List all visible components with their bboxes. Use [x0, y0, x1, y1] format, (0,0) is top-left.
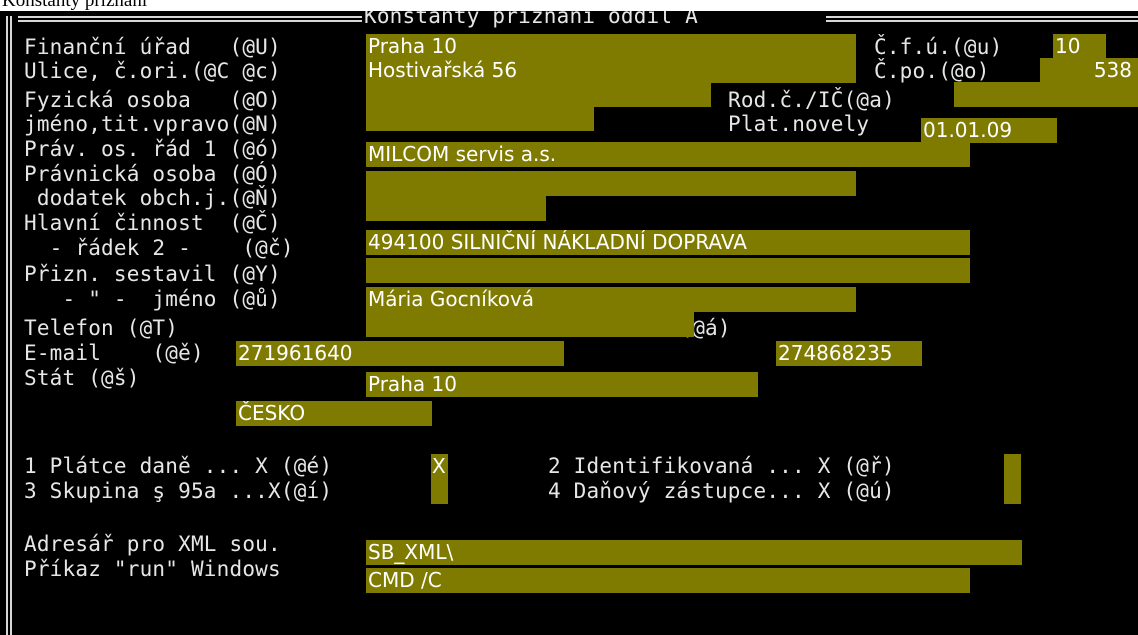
field-cpo[interactable]: 538 — [1040, 58, 1138, 83]
label-cpo: Č.po.(@o) — [874, 59, 990, 83]
label-email: E-mail (@ě) — [24, 341, 204, 365]
label-jmeno-tit: jméno,tit.vpravo(@N) — [24, 112, 281, 136]
label-danovy-zastupce: 4 Daňový zástupce... X (@ú) — [548, 479, 895, 503]
label-financni-urad: Finanční úřad (@U) — [24, 35, 281, 59]
field-jmeno-ditto[interactable] — [366, 312, 694, 337]
label-prav-os: Práv. os. řád 1 (@ó) — [24, 137, 281, 161]
label-telefon: Telefon (@T) — [24, 316, 179, 340]
field-prizn-sestavil[interactable]: Mária Gocníková — [366, 287, 856, 312]
field-identifikovana[interactable] — [1004, 454, 1021, 479]
screen: Konstanty přiznání Konstanty přiznání od… — [0, 0, 1138, 635]
field-radek2[interactable] — [366, 258, 970, 283]
field-jmeno-tit[interactable] — [366, 106, 594, 131]
label-cfu: Č.f.ú.(@u) — [874, 35, 1003, 59]
field-fax[interactable]: 274868235 — [776, 341, 922, 366]
label-skupina: 3 Skupina ş 95a ...X(@í) — [24, 479, 333, 503]
label-stat: Stát (@š) — [24, 366, 140, 390]
window-title: Konstanty přiznání — [2, 0, 148, 11]
field-prav-os[interactable]: MILCOM servis a.s. — [366, 142, 970, 167]
label-radek2: - řádek 2 - (@č) — [24, 236, 294, 260]
label-pravnicka-osoba: Právnická osoba (@Ó) — [24, 162, 281, 186]
console-form: Konstanty přiznání oddíl A Finanční úřad… — [0, 11, 1138, 635]
field-skupina[interactable] — [431, 479, 448, 504]
field-stat[interactable]: ČESKO — [236, 401, 432, 426]
field-plat-novely[interactable]: 01.01.09 — [921, 118, 1057, 143]
field-telefon[interactable]: 271961640 — [236, 341, 564, 366]
label-prizn-sestavil: Přizn. sestavil (@Y) — [24, 262, 281, 286]
field-pravnicka-osoba[interactable] — [366, 171, 856, 196]
field-prikaz[interactable]: CMD /C — [366, 568, 970, 593]
label-dodatek: dodatek obch.j.(@Ň) — [24, 186, 281, 210]
label-ulice: Ulice, č.ori.(@C @c) — [24, 59, 281, 83]
label-jmeno-ditto: - " - jméno (@ů) — [24, 287, 281, 311]
label-fyzicka-osoba: Fyzická osoba (@O) — [24, 88, 281, 112]
label-prikaz: Příkaz "run" Windows — [24, 557, 281, 581]
field-financni-urad[interactable]: Praha 10 — [366, 34, 856, 59]
frame-top-right — [826, 16, 1138, 22]
frame-title: Konstanty přiznání oddíl A — [364, 11, 698, 28]
field-rod-c[interactable] — [954, 82, 1138, 107]
field-ulice[interactable]: Hostivařská 56 — [366, 58, 856, 83]
label-plat-novely: Plat.novely — [728, 112, 870, 136]
field-dodatek[interactable] — [366, 196, 546, 221]
label-platce: 1 Plátce daně ... X (@é) — [24, 454, 333, 478]
field-email[interactable]: Praha 10 — [366, 372, 758, 397]
field-cfu[interactable]: 10 — [1053, 34, 1106, 59]
field-hlavni-cinnost[interactable]: 494100 SILNIČNÍ NÁKLADNÍ DOPRAVA — [366, 230, 970, 255]
label-rod-c: Rod.č./IČ(@a) — [728, 88, 895, 112]
label-adresar: Adresář pro XML sou. — [24, 532, 281, 556]
frame-top-left — [18, 16, 362, 22]
field-adresar[interactable]: SB_XML\ — [366, 540, 1022, 565]
field-platce[interactable]: X — [431, 454, 448, 479]
frame-left — [6, 16, 12, 635]
field-fyzicka-osoba[interactable] — [366, 82, 711, 107]
label-identifikovana: 2 Identifikovaná ... X (@ř) — [548, 454, 895, 478]
label-hlavni-cinnost: Hlavní činnost (@Č) — [24, 211, 281, 235]
field-danovy-zastupce[interactable] — [1004, 479, 1021, 504]
